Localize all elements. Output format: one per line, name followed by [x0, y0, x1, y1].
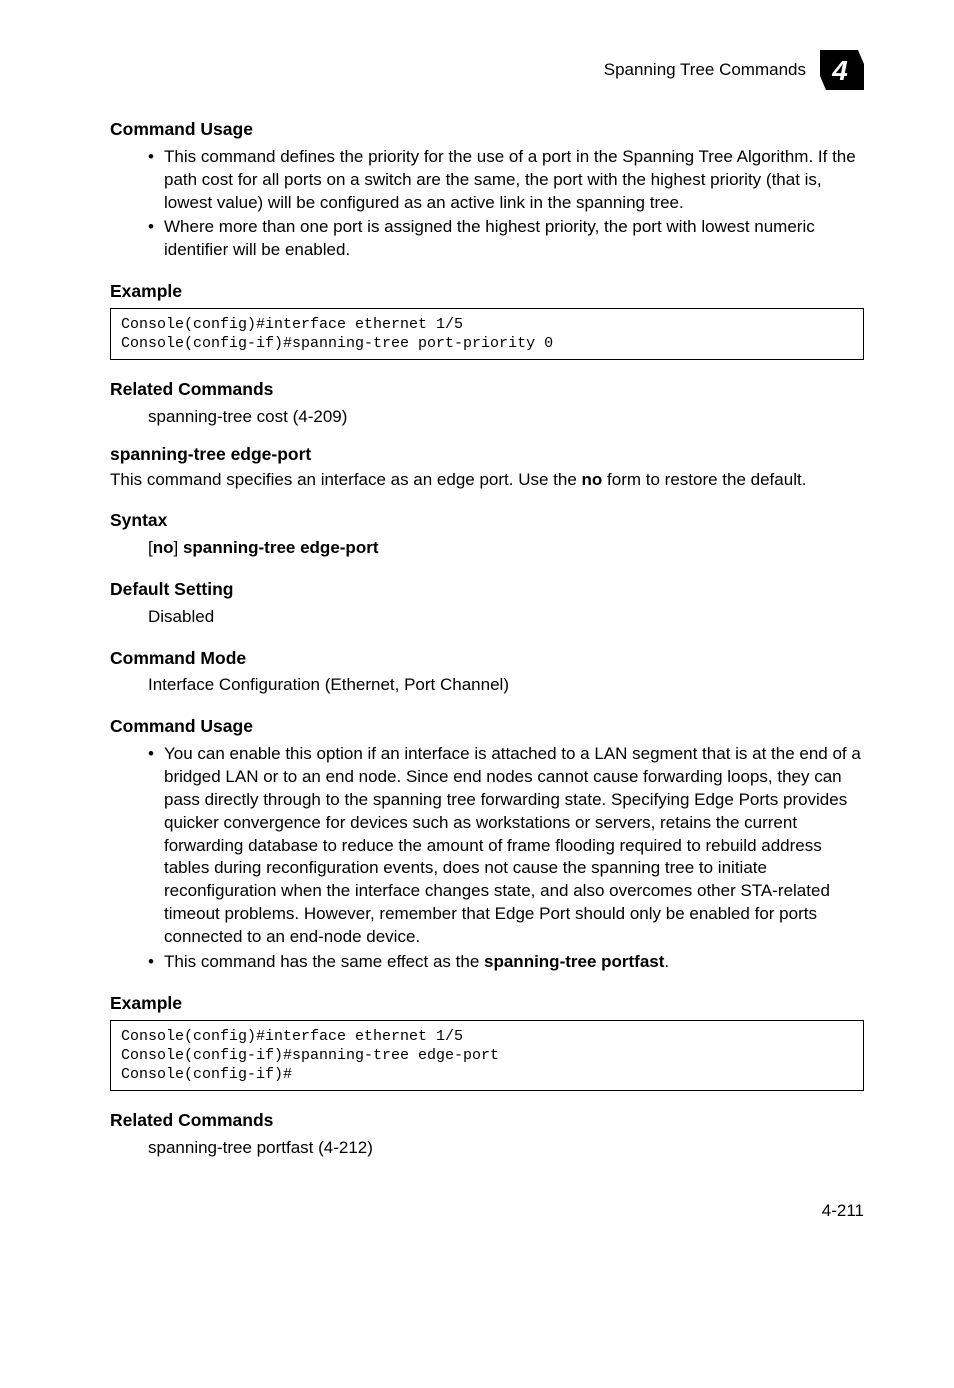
syntax-line: [no] spanning-tree edge-port	[110, 537, 864, 560]
code-example-1: Console(config)#interface ethernet 1/5 C…	[110, 308, 864, 360]
heading-example-2: Example	[110, 992, 864, 1016]
command-usage-2-list: You can enable this option if an interfa…	[110, 743, 864, 974]
related-2-text: spanning-tree portfast (4-212)	[110, 1137, 864, 1160]
chapter-badge-icon: 4	[820, 50, 864, 90]
edge-port-desc-prefix: This command specifies an interface as a…	[110, 470, 582, 489]
edge-port-desc-bold: no	[582, 470, 603, 489]
edge-port-desc: This command specifies an interface as a…	[110, 469, 864, 492]
heading-command-usage-2: Command Usage	[110, 715, 864, 739]
list-item: This command has the same effect as the …	[148, 951, 864, 974]
syntax-mid: ]	[174, 538, 183, 557]
heading-command-mode: Command Mode	[110, 647, 864, 671]
list-item: You can enable this option if an interfa…	[148, 743, 864, 949]
command-mode-text: Interface Configuration (Ethernet, Port …	[110, 674, 864, 697]
bullet2-suffix: .	[664, 952, 669, 971]
syntax-bold-cmd: spanning-tree edge-port	[183, 538, 379, 557]
default-setting-text: Disabled	[110, 606, 864, 629]
bullet2-prefix: This command has the same effect as the	[164, 952, 484, 971]
bullet2-bold: spanning-tree portfast	[484, 952, 664, 971]
heading-command-usage-1: Command Usage	[110, 118, 864, 142]
heading-syntax: Syntax	[110, 509, 864, 533]
list-item: Where more than one port is assigned the…	[148, 216, 864, 262]
header-section-title: Spanning Tree Commands	[604, 59, 806, 82]
code-example-2: Console(config)#interface ethernet 1/5 C…	[110, 1020, 864, 1092]
related-1-text: spanning-tree cost (4-209)	[110, 406, 864, 429]
heading-related-1: Related Commands	[110, 378, 864, 402]
heading-example-1: Example	[110, 280, 864, 304]
page-header: Spanning Tree Commands 4	[110, 50, 864, 90]
heading-default-setting: Default Setting	[110, 578, 864, 602]
command-usage-1-list: This command defines the priority for th…	[110, 146, 864, 263]
page-number: 4-211	[110, 1200, 864, 1223]
edge-port-desc-suffix: form to restore the default.	[602, 470, 806, 489]
svg-text:4: 4	[831, 55, 848, 86]
syntax-bold-no: no	[153, 538, 174, 557]
list-item: This command defines the priority for th…	[148, 146, 864, 215]
heading-edge-port: spanning-tree edge-port	[110, 443, 864, 467]
heading-related-2: Related Commands	[110, 1109, 864, 1133]
